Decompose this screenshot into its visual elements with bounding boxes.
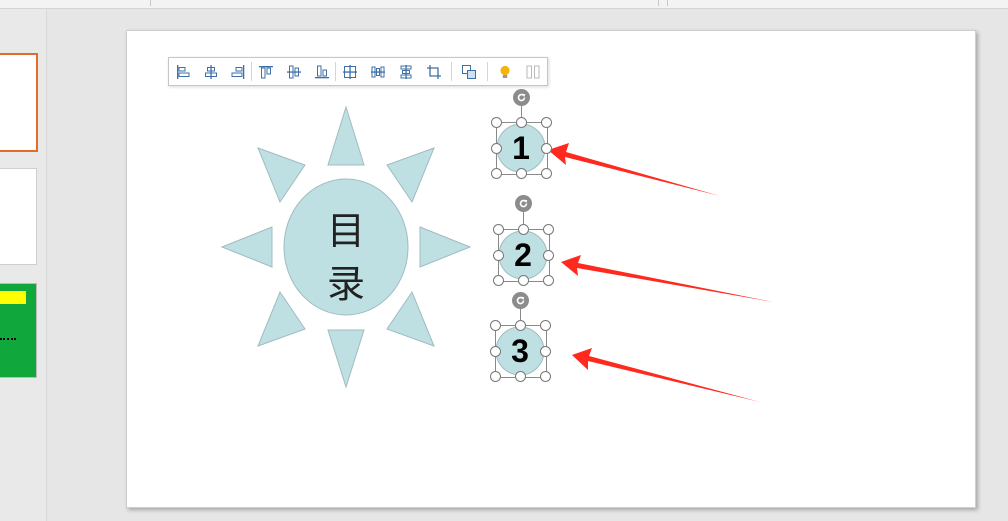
- align-left-icon[interactable]: [172, 61, 194, 82]
- distribute-horizontal-icon[interactable]: [367, 61, 389, 82]
- distribute-vertical-icon[interactable]: [395, 61, 417, 82]
- sun-ray-top: [327, 105, 365, 166]
- resize-handle[interactable]: [540, 371, 551, 382]
- sun-ray-left: [220, 226, 273, 268]
- more-icon[interactable]: [522, 61, 544, 82]
- align-middle-icon[interactable]: [283, 61, 305, 82]
- red-arrow-3: [572, 348, 760, 402]
- resize-handle[interactable]: [490, 320, 501, 331]
- red-arrows: [548, 143, 773, 402]
- resize-handle[interactable]: [543, 224, 554, 235]
- rotate-handle-icon[interactable]: [515, 195, 532, 212]
- resize-handle[interactable]: [515, 371, 526, 382]
- resize-handle[interactable]: [541, 117, 552, 128]
- resize-handle[interactable]: [516, 168, 527, 179]
- align-bottom-icon[interactable]: [311, 61, 333, 82]
- align-top-icon[interactable]: [255, 61, 277, 82]
- toolbar-separator: [487, 62, 488, 81]
- resize-handle[interactable]: [543, 250, 554, 261]
- resize-handle[interactable]: [490, 346, 501, 357]
- resize-handle[interactable]: [493, 275, 504, 286]
- resize-handle[interactable]: [540, 320, 551, 331]
- floating-align-toolbar: [168, 57, 548, 86]
- sun-ray-top-left: [257, 147, 306, 204]
- red-arrow-2: [561, 255, 773, 302]
- resize-handle[interactable]: [493, 250, 504, 261]
- resize-handle[interactable]: [541, 143, 552, 154]
- resize-handle[interactable]: [541, 168, 552, 179]
- sun-ray-top-right: [386, 147, 435, 204]
- group-icon[interactable]: [458, 61, 480, 82]
- resize-handle[interactable]: [518, 224, 529, 235]
- resize-handle[interactable]: [491, 117, 502, 128]
- title-char-lu: 录: [326, 262, 365, 306]
- sun-ray-bottom: [327, 329, 365, 389]
- lightbulb-icon[interactable]: [494, 61, 516, 82]
- resize-handle[interactable]: [515, 320, 526, 331]
- resize-handle[interactable]: [543, 275, 554, 286]
- resize-handle[interactable]: [540, 346, 551, 357]
- rotate-handle-icon[interactable]: [513, 89, 530, 106]
- sun-ray-bottom-left: [257, 290, 306, 347]
- toolbar-separator: [335, 62, 336, 81]
- sun-ray-right: [419, 226, 472, 268]
- align-right-icon[interactable]: [227, 61, 249, 82]
- resize-handle[interactable]: [518, 275, 529, 286]
- resize-handle[interactable]: [516, 117, 527, 128]
- resize-handle[interactable]: [493, 224, 504, 235]
- sun-ray-bottom-right: [386, 290, 435, 347]
- toolbar-separator: [451, 62, 452, 81]
- resize-handle[interactable]: [491, 143, 502, 154]
- resize-handle[interactable]: [490, 371, 501, 382]
- align-center-icon[interactable]: [200, 61, 222, 82]
- red-arrow-1: [548, 143, 720, 196]
- rotate-handle-icon[interactable]: [512, 292, 529, 309]
- toolbar-separator: [251, 62, 252, 81]
- resize-handle[interactable]: [491, 168, 502, 179]
- crop-icon[interactable]: [423, 61, 445, 82]
- title-char-mu: 目: [326, 209, 365, 253]
- distribute-grid-icon[interactable]: [339, 61, 361, 82]
